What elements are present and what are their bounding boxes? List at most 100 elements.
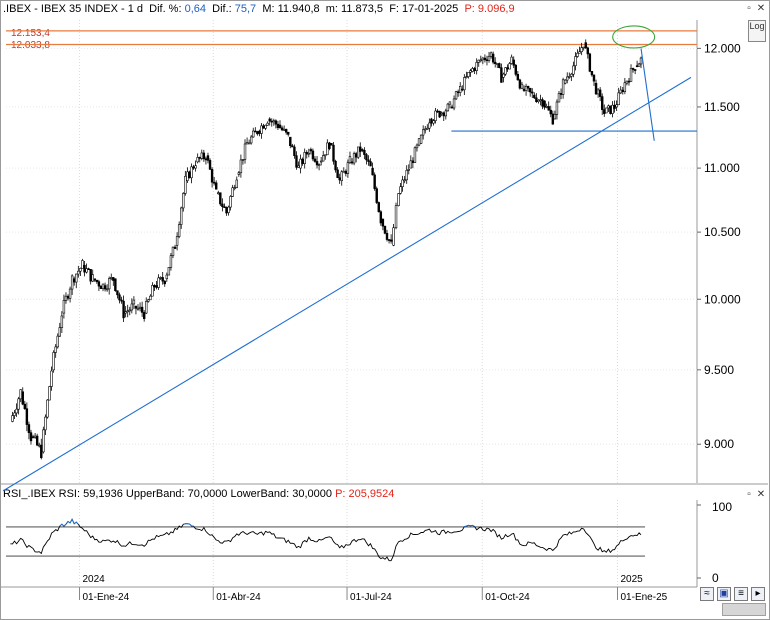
candle-body xyxy=(426,127,429,130)
candle-body xyxy=(407,168,410,171)
candle-body xyxy=(512,59,515,66)
candle-body xyxy=(473,68,476,71)
candle-body xyxy=(609,105,612,114)
candle-body xyxy=(545,106,548,108)
candle-body xyxy=(631,68,635,70)
candle-body xyxy=(194,165,197,169)
candle-body xyxy=(394,205,398,229)
candle-body xyxy=(103,285,107,290)
y-tick-label: 9.000 xyxy=(704,437,734,451)
candle-body xyxy=(601,96,604,110)
save-icon[interactable]: ▣ xyxy=(717,587,731,601)
candle-body xyxy=(475,62,478,71)
chart-settings-icon[interactable]: ≡ xyxy=(734,587,748,601)
candle-body xyxy=(557,93,561,103)
candle-body xyxy=(46,399,49,418)
candle-body xyxy=(40,444,43,459)
candle-body xyxy=(619,89,622,94)
candle-body xyxy=(603,109,606,115)
candle-body xyxy=(537,99,540,102)
candle-body xyxy=(145,301,148,314)
candle-body xyxy=(516,73,520,81)
candle-body xyxy=(403,179,406,182)
candle-body xyxy=(588,53,592,72)
candle-body xyxy=(444,110,448,117)
candle-body xyxy=(272,120,276,123)
candle-body xyxy=(598,89,602,97)
candle-body xyxy=(297,165,300,168)
candle-body xyxy=(206,155,210,161)
candle-body xyxy=(568,76,571,78)
candle-body xyxy=(613,104,616,109)
candle-body xyxy=(627,80,631,83)
candle-body xyxy=(295,155,298,168)
candle-body xyxy=(637,63,641,67)
candle-body xyxy=(147,299,150,302)
candle-body xyxy=(99,285,103,289)
x-tick-label: 01-Oct-24 xyxy=(485,592,530,603)
candle-body xyxy=(436,110,439,113)
candle-body xyxy=(299,158,302,169)
candle-body xyxy=(354,153,358,158)
price-chart[interactable]: 9.000 9.500 10.000 10.500 11.000 11.500 12.000… xyxy=(0,0,770,620)
candle-body xyxy=(494,61,497,64)
candle-body xyxy=(317,164,321,166)
candle-body xyxy=(190,166,193,179)
candle-body xyxy=(219,192,222,205)
scroll-right-icon[interactable]: ▸ xyxy=(751,587,765,601)
candle-body xyxy=(221,203,224,207)
candle-body xyxy=(381,218,385,227)
candle-body xyxy=(118,294,121,301)
candle-body xyxy=(467,72,470,77)
candle-body xyxy=(252,130,255,138)
candle-body xyxy=(23,403,27,410)
candle-body xyxy=(274,120,278,125)
x-tick-label: 01-Ene-24 xyxy=(82,592,129,603)
candle-body xyxy=(138,306,142,309)
candle-body xyxy=(346,162,350,174)
candle-body xyxy=(352,153,356,164)
candle-body xyxy=(210,169,214,183)
candle-body xyxy=(186,171,189,181)
candle-body xyxy=(151,285,154,297)
x-tick-label: 01-Abr-24 xyxy=(216,592,261,603)
candle-body xyxy=(570,73,573,77)
candle-body xyxy=(136,307,140,310)
candle-body xyxy=(268,118,271,122)
candle-body xyxy=(122,300,125,319)
candle-body xyxy=(258,130,261,134)
candle-body xyxy=(149,295,152,301)
candle-body xyxy=(485,59,489,62)
candle-body xyxy=(155,285,158,288)
candle-body xyxy=(62,300,66,314)
candle-body xyxy=(29,432,33,442)
candle-body xyxy=(91,274,94,282)
candle-body xyxy=(500,67,503,83)
candle-body xyxy=(421,129,425,136)
candle-body xyxy=(424,128,427,131)
candle-body xyxy=(584,42,587,49)
candle-body xyxy=(633,69,637,71)
candle-body xyxy=(173,246,177,249)
candle-body xyxy=(110,277,113,279)
candle-body xyxy=(235,179,238,188)
candle-body xyxy=(397,193,400,206)
candle-body xyxy=(413,147,417,163)
horizontal-scrollbar[interactable] xyxy=(722,603,766,616)
candle-body xyxy=(165,274,169,280)
candle-body xyxy=(171,246,175,256)
candle-body xyxy=(284,128,288,133)
candle-body xyxy=(549,109,552,115)
candle-body xyxy=(225,207,228,214)
candle-body xyxy=(547,106,550,111)
candle-body xyxy=(276,123,280,128)
candle-body xyxy=(590,71,594,76)
candle-body xyxy=(350,161,354,164)
candle-body xyxy=(635,65,639,67)
candle-body xyxy=(338,177,341,181)
auto-scroll-icon[interactable]: ≈ xyxy=(700,587,714,601)
candle-body xyxy=(607,105,610,109)
candle-body xyxy=(132,299,136,305)
candle-body xyxy=(596,89,600,95)
candle-body xyxy=(375,188,378,203)
